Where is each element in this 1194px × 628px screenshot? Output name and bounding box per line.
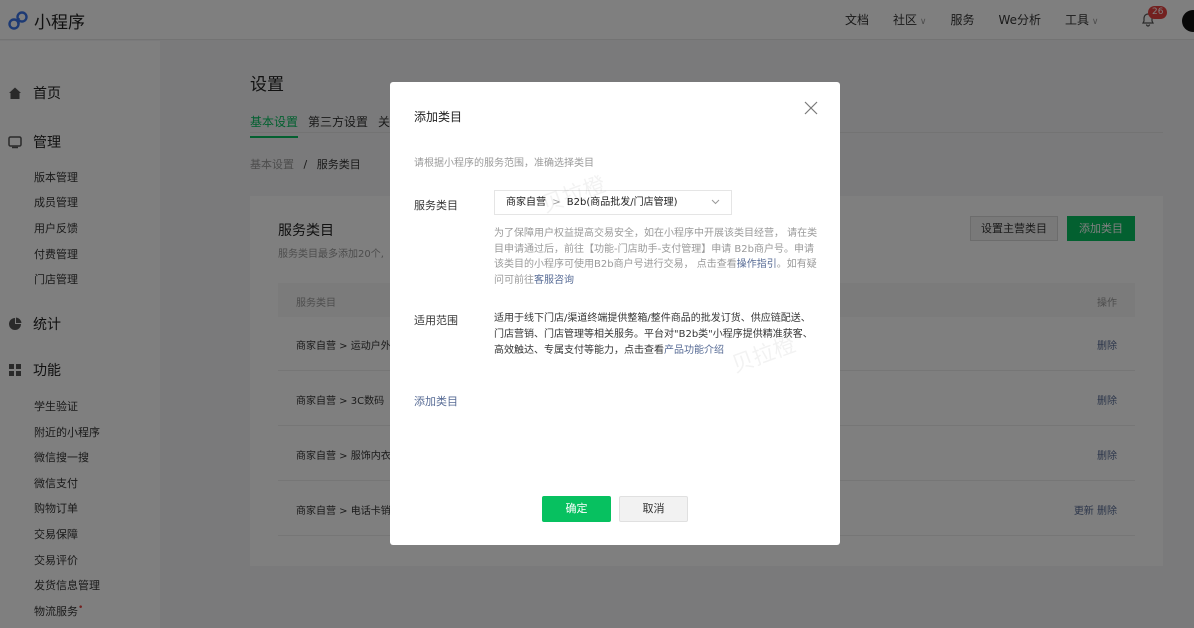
dialog-title: 添加类目	[414, 110, 463, 124]
select-separator: >	[552, 197, 561, 208]
operation-guide-link[interactable]: 操作指引	[737, 259, 777, 270]
select-level2: B2b(商品批发/门店管理)	[566, 197, 678, 208]
add-category-dialog: 添加类目 请根据小程序的服务范围，准确选择类目 服务类目 商家自营 > B2b(…	[390, 82, 840, 545]
select-level1: 商家自营	[506, 197, 546, 208]
close-icon[interactable]	[803, 100, 819, 116]
chevron-down-icon	[711, 199, 720, 205]
scope-label: 适用范围	[414, 314, 458, 327]
scope-description: 适用于线下门店/渠道终端提供整箱/整件商品的批发订货、供应链配送、门店营销、门店…	[494, 311, 820, 359]
customer-service-link[interactable]: 客服咨询	[534, 275, 574, 286]
cancel-button[interactable]: 取消	[619, 496, 688, 522]
category-select[interactable]: 商家自营 > B2b(商品批发/门店管理)	[494, 190, 732, 215]
confirm-button[interactable]: 确定	[542, 496, 611, 522]
product-intro-link[interactable]: 产品功能介绍	[664, 345, 724, 356]
category-description: 为了保障用户权益提高交易安全，如在小程序中开展该类目经营， 请在类目申请通过后，…	[494, 226, 820, 288]
service-category-label: 服务类目	[414, 199, 458, 212]
scope-text: 适用于线下门店/渠道终端提供整箱/整件商品的批发订货、供应链配送、门店营销、门店…	[494, 313, 813, 356]
dialog-tip: 请根据小程序的服务范围，准确选择类目	[414, 158, 594, 169]
add-category-link[interactable]: 添加类目	[414, 393, 458, 409]
